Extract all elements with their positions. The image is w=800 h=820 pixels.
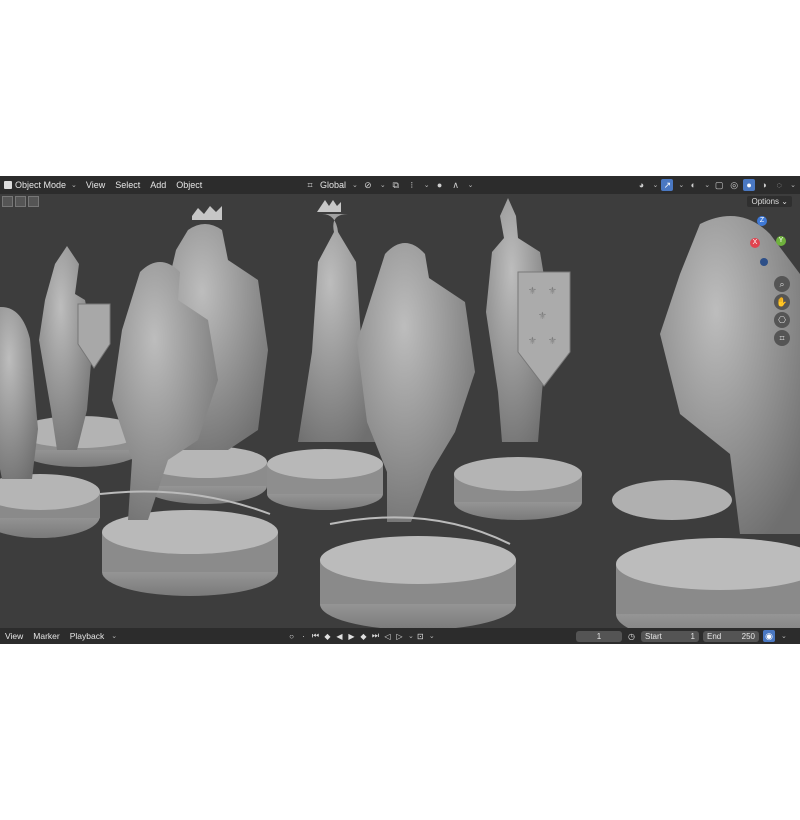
mode-selector[interactable]: Object Mode ⌄ — [0, 180, 81, 190]
gizmo-y-axis[interactable]: Y — [776, 236, 786, 246]
record-icon[interactable]: ○ — [286, 632, 297, 641]
camera-icon[interactable]: ⎔ — [774, 312, 790, 328]
object-mode-icon — [4, 181, 12, 189]
select-extend-icon[interactable] — [15, 196, 26, 207]
keyframe-next-icon[interactable]: ▷ — [394, 632, 405, 641]
chevron-down-icon: ⌄ — [467, 182, 474, 189]
chevron-down-icon: ⌄ — [71, 182, 77, 189]
chevron-down-icon: ⌄ — [379, 182, 386, 189]
crossbowman-right — [612, 216, 800, 628]
rendered-shading-icon[interactable]: ◌ — [773, 179, 785, 191]
start-value: 1 — [690, 631, 695, 641]
chevron-down-icon: ⌄ — [652, 182, 659, 189]
current-frame-field[interactable]: 1 — [576, 630, 622, 642]
transform-orientation-label[interactable]: Global — [320, 180, 346, 190]
menu-view[interactable]: View — [81, 180, 110, 190]
chevron-down-icon: ⌄ — [352, 182, 358, 189]
keying-icon[interactable]: · — [298, 632, 309, 641]
knight-shield-right: ⚜ ⚜ ⚜ ⚜ ⚜ — [454, 198, 582, 520]
gizmo-neg-z[interactable] — [760, 258, 768, 266]
play-reverse-icon[interactable]: ◀ — [334, 632, 345, 641]
chevron-down-icon: ⌄ — [704, 182, 711, 189]
chevron-down-icon: ⌄ — [781, 197, 788, 206]
snap-icon[interactable]: ⧉ — [390, 179, 402, 191]
pivot-link-icon[interactable]: ⊘ — [362, 179, 374, 191]
viewport-header: Object Mode ⌄ View Select Add Object ⌗ G… — [0, 176, 800, 194]
svg-text:⚜: ⚜ — [548, 286, 557, 297]
overlay-icon[interactable]: ◐ — [687, 179, 699, 191]
options-label: Options — [751, 197, 780, 206]
navigation-gizmo[interactable]: Z X Y — [738, 216, 792, 270]
snap-target-icon[interactable]: ⁝ — [406, 179, 418, 191]
end-frame-field[interactable]: End 250 — [703, 630, 759, 642]
chevron-down-icon: ⌄ — [790, 182, 796, 189]
filter-icon[interactable]: ⊡ — [415, 632, 426, 641]
start-frame-field[interactable]: Start 1 — [641, 630, 699, 642]
chess-pieces-scene: ⚜ ⚜ ⚜ ⚜ ⚜ — [0, 198, 800, 628]
timeline-menu-view[interactable]: View — [0, 631, 28, 641]
visibility-icon[interactable]: ◕ — [636, 179, 648, 191]
transform-orientation-icon: ⌗ — [307, 179, 313, 190]
tool-buttons — [2, 196, 39, 207]
gizmo-z-axis[interactable]: Z — [757, 216, 767, 226]
svg-text:⚜: ⚜ — [528, 286, 537, 297]
keyframe-prev-icon[interactable]: ◁ — [382, 632, 393, 641]
end-label: End — [707, 631, 722, 641]
xray-icon[interactable]: ▢ — [713, 179, 725, 191]
next-key-icon[interactable]: ◆ — [358, 632, 369, 641]
gizmo-x-axis[interactable]: X — [750, 238, 760, 248]
gizmo-x-label: X — [752, 239, 758, 246]
svg-text:⚜: ⚜ — [538, 311, 547, 322]
menu-add[interactable]: Add — [145, 180, 171, 190]
jump-end-icon[interactable]: ⏭ — [370, 631, 381, 641]
menu-object[interactable]: Object — [171, 180, 207, 190]
gizmo-y-label: Y — [778, 237, 784, 244]
chevron-down-icon: ⌄ — [408, 633, 414, 640]
menu-select[interactable]: Select — [110, 180, 145, 190]
gizmo-toggle-icon[interactable]: ↗ — [661, 179, 674, 191]
wireframe-shading-icon[interactable]: ◎ — [728, 179, 740, 191]
blender-window: Object Mode ⌄ View Select Add Object ⌗ G… — [0, 176, 800, 644]
3d-viewport[interactable]: ⚜ ⚜ ⚜ ⚜ ⚜ Options ⌄ Z X Y ⌕ ✋ ⎔ ⌗ — [0, 194, 800, 628]
material-shading-icon[interactable]: ◑ — [758, 179, 770, 191]
select-subtract-icon[interactable] — [28, 196, 39, 207]
chevron-down-icon: ⌄ — [423, 182, 430, 189]
options-button[interactable]: Options ⌄ — [747, 196, 792, 207]
hand-icon[interactable]: ✋ — [774, 294, 790, 310]
select-tool-icon[interactable] — [2, 196, 13, 207]
timeline-header: View Marker Playback ⌄ ○ · ⏮ ◆ ◀ ▶ ◆ ⏭ ◁… — [0, 628, 800, 644]
svg-text:⚜: ⚜ — [548, 336, 557, 347]
jump-start-icon[interactable]: ⏮ — [310, 631, 321, 641]
falloff-icon[interactable]: ∧ — [450, 179, 462, 191]
timeline-menu-playback[interactable]: Playback — [65, 631, 110, 641]
zoom-icon[interactable]: ⌕ — [774, 276, 790, 292]
prev-key-icon[interactable]: ◆ — [322, 632, 333, 641]
chevron-down-icon: ⌄ — [428, 633, 435, 640]
chevron-down-icon: ⌄ — [678, 182, 685, 189]
end-value: 250 — [741, 631, 755, 641]
camera-sync-icon[interactable]: ◉ — [763, 630, 775, 642]
clock-icon[interactable]: ◷ — [626, 632, 637, 641]
play-icon[interactable]: ▶ — [346, 632, 357, 641]
mode-label: Object Mode — [15, 180, 67, 190]
gizmo-z-label: Z — [759, 217, 765, 224]
chevron-down-icon: ⌄ — [781, 633, 787, 640]
chevron-down-icon: ⌄ — [111, 633, 118, 640]
grid-icon[interactable]: ⌗ — [774, 330, 790, 346]
solid-shading-icon[interactable]: ● — [743, 179, 756, 191]
proportional-edit-icon[interactable]: ● — [434, 179, 446, 191]
timeline-menu-marker[interactable]: Marker — [28, 631, 64, 641]
svg-text:⚜: ⚜ — [528, 336, 537, 347]
start-label: Start — [645, 631, 662, 641]
